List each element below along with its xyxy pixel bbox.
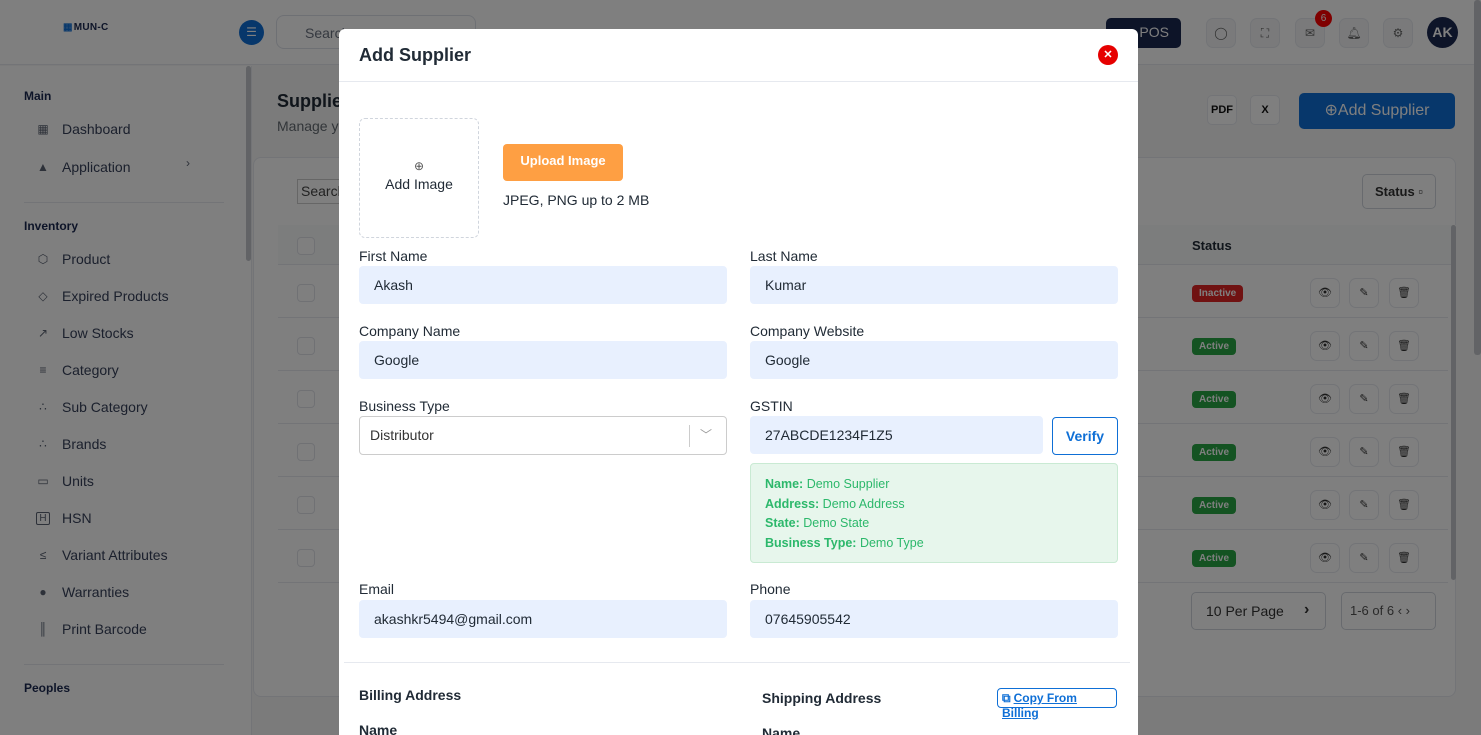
close-icon[interactable]: ✕ (1098, 45, 1118, 65)
chevron-down-icon: ﹀ (700, 428, 713, 442)
copy-icon: ⧉ (1002, 691, 1011, 705)
gst-business-type-line: Business Type: Demo Type (765, 534, 1103, 554)
gst-business-type-label: Business Type: (765, 535, 857, 550)
gst-state-label: State: (765, 516, 800, 531)
copy-from-billing-label: Copy From Billing (1002, 691, 1077, 720)
gst-name-line: Name: Demo Supplier (765, 475, 1103, 495)
gst-state-line: State: Demo State (765, 514, 1103, 534)
select-separator (689, 425, 690, 447)
company-website-label: Company Website (750, 323, 865, 339)
business-type-select[interactable]: Distributor ﹀ (359, 416, 727, 455)
shipping-name-label: Name (762, 725, 801, 735)
gst-business-type-value: Demo Type (859, 535, 924, 550)
company-name-field[interactable]: Google (359, 341, 727, 379)
copy-from-billing-button[interactable]: ⧉ Copy From Billing (997, 688, 1117, 720)
business-type-label: Business Type (359, 398, 450, 414)
email-label: Email (359, 581, 395, 597)
gst-name-label: Name: (765, 477, 804, 491)
company-website-field[interactable]: Google (750, 341, 1118, 379)
modal-header: Add Supplier ✕ (339, 29, 1138, 82)
first-name-label: First Name (359, 248, 428, 264)
add-image-dropzone[interactable]: ⊕ Add Image (359, 118, 479, 238)
gst-address-line: Address: Demo Address (765, 495, 1103, 515)
billing-name-label: Name (359, 722, 398, 735)
gstin-field[interactable]: 27ABCDE1234F1Z5 (750, 416, 1043, 454)
first-name-field[interactable]: Akash (359, 266, 727, 304)
upload-image-button[interactable]: Upload Image (503, 144, 623, 181)
email-field[interactable]: akashkr5494@gmail.com (359, 600, 727, 638)
company-name-label: Company Name (359, 323, 461, 339)
upload-note: JPEG, PNG up to 2 MB (503, 192, 650, 208)
gst-address-label: Address: (765, 496, 820, 511)
business-type-value: Distributor (370, 427, 434, 443)
plus-circle-icon: ⊕ (413, 159, 425, 173)
last-name-field[interactable]: Kumar (750, 266, 1118, 304)
section-divider (344, 662, 1130, 663)
phone-label: Phone (750, 581, 791, 597)
add-supplier-modal: Add Supplier ✕ ⊕ Add Image Upload Image … (339, 29, 1138, 735)
gst-name-value: Demo Supplier (806, 477, 890, 491)
last-name-label: Last Name (750, 248, 818, 264)
gst-state-value: Demo State (803, 516, 870, 531)
verify-button[interactable]: Verify (1052, 417, 1118, 455)
gst-address-value: Demo Address (822, 496, 905, 511)
phone-field[interactable]: 07645905542 (750, 600, 1118, 638)
gstin-label: GSTIN (750, 398, 793, 414)
shipping-address-title: Shipping Address (762, 690, 882, 706)
billing-address-title: Billing Address (359, 687, 462, 703)
gst-verification-result: Name: Demo Supplier Address: Demo Addres… (750, 463, 1118, 563)
modal-title: Add Supplier (359, 45, 471, 65)
add-image-label: Add Image (385, 176, 453, 192)
